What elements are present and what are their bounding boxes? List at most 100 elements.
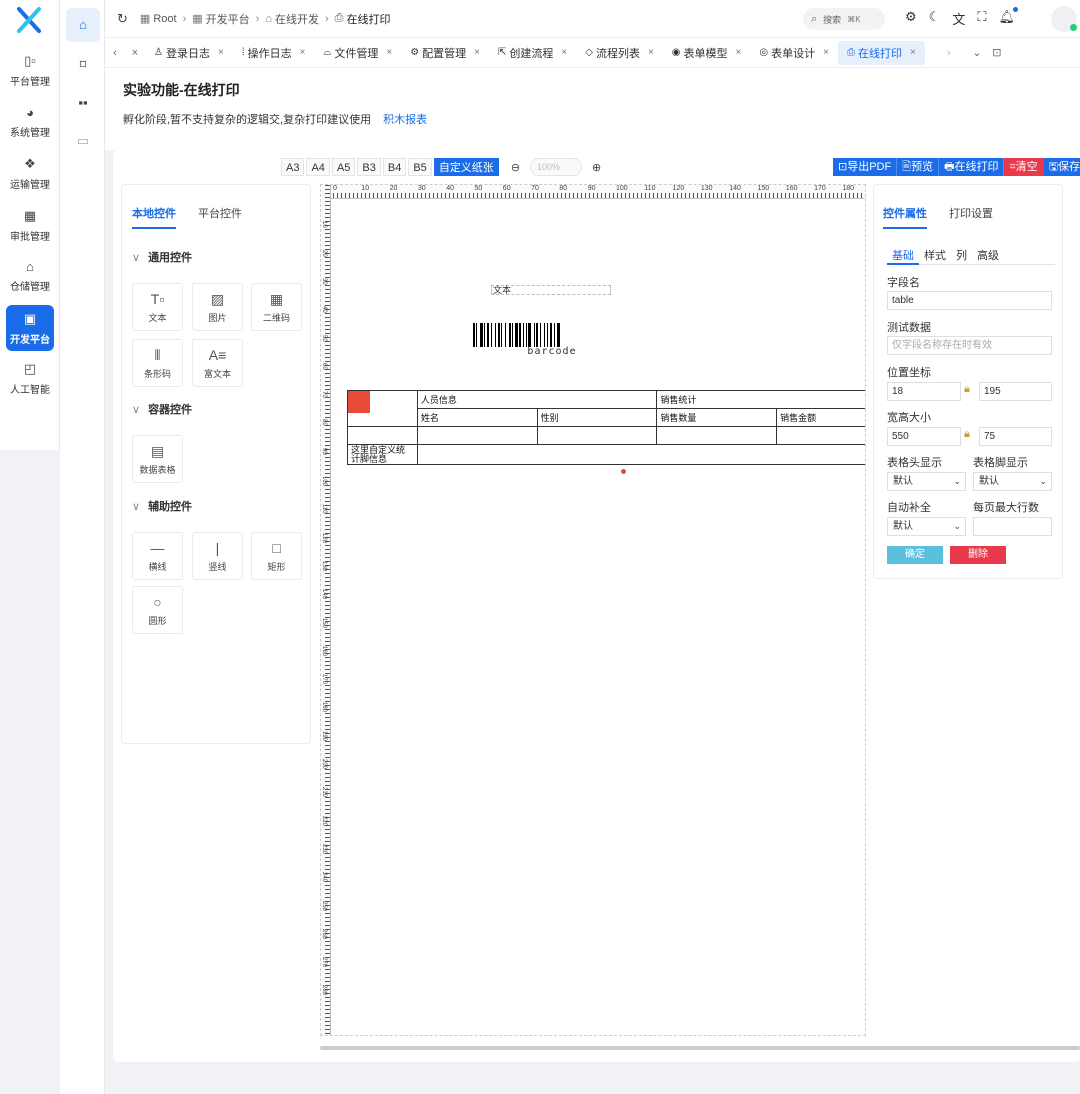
sidebar-item-ai[interactable]: ◰ 人工智能	[0, 361, 60, 396]
paper-a3-button[interactable]: A3	[281, 158, 305, 176]
tab-print-settings[interactable]: 打印设置	[949, 205, 993, 221]
online-dev-icon[interactable]: ⌂	[66, 8, 100, 42]
sidebar-item-devplatform[interactable]: ▣ 开发平台	[6, 305, 54, 351]
tab-config[interactable]: ⚙ 配置管理 ×	[401, 41, 489, 65]
widget-hline[interactable]: — 横线	[132, 532, 183, 580]
apps-grid-icon[interactable]: ▪▪	[66, 86, 100, 120]
close-icon[interactable]: ×	[910, 47, 916, 58]
zoom-out-icon[interactable]: ⊖	[511, 161, 520, 174]
lock-icon[interactable]: 🔒︎	[964, 428, 970, 441]
close-icon[interactable]: ×	[648, 47, 654, 58]
group-general[interactable]: ∨ 通用控件	[132, 249, 192, 265]
settings-icon[interactable]: ⚙	[905, 9, 917, 28]
subtab-columns[interactable]: 列	[951, 247, 972, 264]
fullscreen-icon[interactable]: ⛶	[977, 9, 986, 28]
widget-richtext[interactable]: A≡ 富文本	[192, 339, 243, 387]
sidebar-item-warehouse[interactable]: ⌂ 仓储管理	[0, 259, 60, 293]
delete-button[interactable]: 删除	[950, 546, 1006, 564]
paper-a5-button[interactable]: A5	[331, 158, 356, 176]
widget-circle[interactable]: ○ 圆形	[132, 586, 183, 634]
widget-barcode[interactable]: ⦀ 条形码	[132, 339, 183, 387]
tab-widget-props[interactable]: 控件属性	[883, 205, 927, 229]
save-button[interactable]: 🖫保存	[1043, 158, 1080, 176]
tab-login-log[interactable]: ♙ 登录日志 ×	[145, 41, 233, 65]
tab-create-flow[interactable]: ⇱ 创建流程 ×	[489, 41, 576, 65]
subtab-style[interactable]: 样式	[919, 247, 951, 264]
tab-form-design[interactable]: ◎ 表单设计 ×	[750, 41, 838, 65]
printer-small-icon[interactable]: ▭	[66, 124, 100, 158]
autofill-select[interactable]: 默认 ⌄	[887, 517, 966, 536]
tabs-next-icon[interactable]: ›	[939, 47, 959, 59]
close-icon[interactable]: ×	[218, 47, 224, 58]
close-icon[interactable]: ×	[736, 47, 742, 58]
paper-b3-button[interactable]: B3	[357, 158, 381, 176]
preview-button[interactable]: 🖹预览	[897, 158, 940, 176]
close-icon[interactable]: ×	[561, 47, 567, 58]
resize-handle[interactable]	[621, 469, 626, 474]
design-canvas[interactable]: 0 10 20 30 40 50 60 70 80 90 100 110 120 130 140 150 160…	[320, 184, 866, 1036]
field-name-input[interactable]: table	[887, 291, 1052, 310]
jimu-report-link[interactable]: 积木报表	[383, 114, 427, 126]
close-icon[interactable]: ×	[386, 47, 392, 58]
sidebar-item-approval[interactable]: ▦ 审批管理	[0, 208, 60, 243]
paper-b5-button[interactable]: B5	[408, 158, 432, 176]
sidebar-item-platform[interactable]: ▯▫ 平台管理	[0, 53, 60, 88]
search-box[interactable]: ⌕ 搜索 ⌘K	[803, 8, 885, 30]
breadcrumb-devplatform[interactable]: 开发平台	[206, 11, 250, 27]
tab-local-widgets[interactable]: 本地控件	[132, 205, 176, 229]
dark-mode-icon[interactable]: ☾	[929, 9, 941, 28]
zoom-in-icon[interactable]: ⊕	[592, 161, 601, 174]
table-select-handle[interactable]	[348, 391, 370, 413]
widget-text[interactable]: T▫ 文本	[132, 283, 183, 331]
text-element[interactable]: 文本	[491, 285, 611, 295]
tabs-maximize-icon[interactable]: ⊡	[987, 46, 1007, 59]
lock-icon[interactable]: 🔒︎	[964, 383, 970, 396]
barcode-element[interactable]: barcode	[471, 323, 633, 357]
pos-y-input[interactable]: 195	[979, 382, 1052, 401]
pos-x-input[interactable]: 18	[887, 382, 961, 401]
clear-button[interactable]: ⌗清空	[1004, 158, 1044, 176]
refresh-icon[interactable]: ↻	[117, 11, 128, 27]
export-pdf-button[interactable]: ⊡导出PDF	[833, 158, 898, 176]
online-print-button[interactable]: 🖶在线打印	[939, 158, 1005, 176]
translate-icon[interactable]: 文	[952, 9, 965, 28]
widget-vline[interactable]: | 竖线	[192, 532, 243, 580]
app-logo-icon[interactable]	[14, 6, 44, 34]
footer-show-select[interactable]: 默认 ⌄	[973, 472, 1052, 491]
tab-file[interactable]: ⌓ 文件管理 ×	[314, 41, 401, 65]
data-table-element[interactable]: 人员信息 销售统计 姓名 性别 销售数量 销售金额 这里自定义统计脚信息	[347, 390, 865, 465]
close-icon[interactable]: ×	[474, 47, 480, 58]
breadcrumb-root[interactable]: Root	[153, 13, 176, 25]
header-show-select[interactable]: 默认 ⌄	[887, 472, 966, 491]
tab-close-icon[interactable]: ×	[125, 47, 145, 59]
height-input[interactable]: 75	[979, 427, 1052, 446]
group-container[interactable]: ∨ 容器控件	[132, 401, 192, 417]
group-auxiliary[interactable]: ∨ 辅助控件	[132, 498, 192, 514]
zoom-value[interactable]: 100%	[530, 158, 583, 176]
close-icon[interactable]: ×	[300, 47, 306, 58]
max-rows-input[interactable]	[973, 517, 1052, 536]
subtab-advanced[interactable]: 高级	[972, 247, 1004, 264]
paper-a4-button[interactable]: A4	[306, 158, 330, 176]
widget-qrcode[interactable]: ▦ 二维码	[251, 283, 302, 331]
tab-platform-widgets[interactable]: 平台控件	[198, 205, 242, 221]
sidebar-item-system[interactable]: ◕ 系统管理	[0, 105, 60, 139]
widget-image[interactable]: ▨ 图片	[192, 283, 243, 331]
widget-rect[interactable]: □ 矩形	[251, 532, 302, 580]
tab-form-model[interactable]: ◉ 表单模型 ×	[663, 41, 751, 65]
subtab-basic[interactable]: 基础	[887, 247, 919, 265]
confirm-button[interactable]: 确定	[887, 546, 943, 564]
paper-custom-button[interactable]: 自定义纸张	[433, 158, 499, 176]
width-input[interactable]: 550	[887, 427, 961, 446]
bell-icon[interactable]: 🔔︎	[998, 7, 1018, 28]
frame-icon[interactable]: ⌑	[66, 48, 100, 82]
breadcrumb-online-dev[interactable]: 在线开发	[275, 11, 319, 27]
close-icon[interactable]: ×	[823, 47, 829, 58]
tabs-prev-icon[interactable]: ‹	[105, 47, 125, 59]
tab-online-print[interactable]: ⎙ 在线打印 ×	[837, 40, 925, 65]
tab-flow-list[interactable]: ◇ 流程列表 ×	[576, 41, 663, 65]
tabs-dropdown-icon[interactable]: ⌄	[967, 46, 987, 59]
canvas-scrollbar[interactable]	[320, 1046, 1080, 1050]
sidebar-item-transport[interactable]: ❖ 运输管理	[0, 156, 60, 191]
avatar[interactable]	[1051, 6, 1077, 32]
